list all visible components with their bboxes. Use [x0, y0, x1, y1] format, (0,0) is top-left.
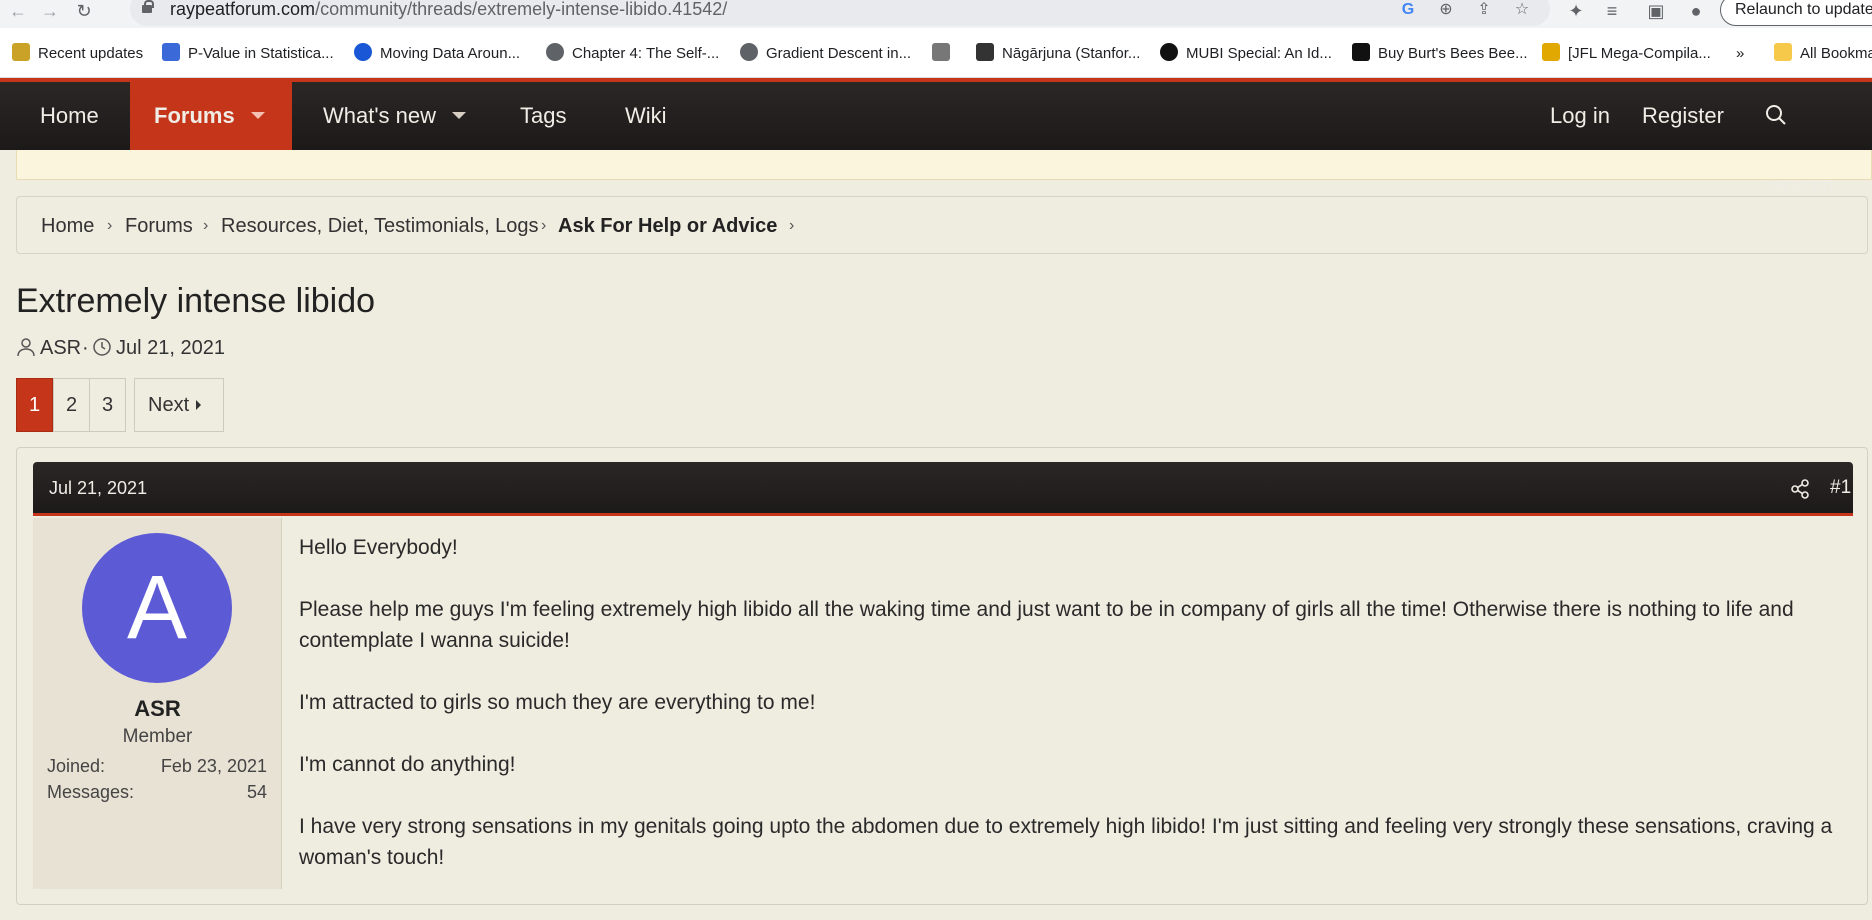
nav-forums[interactable]: Forums — [130, 82, 292, 150]
nav-tags[interactable]: Tags — [496, 82, 590, 150]
bookmark-p-value[interactable]: P-Value in Statistica... — [162, 43, 334, 65]
chevron-right-icon: › — [203, 217, 209, 234]
chart-icon — [162, 43, 180, 61]
share-icon[interactable] — [1789, 478, 1811, 500]
bookmark-lion[interactable] — [932, 43, 958, 65]
page-2-button[interactable]: 2 — [53, 378, 90, 432]
page-1-button[interactable]: 1 — [16, 378, 53, 432]
search-link[interactable]: Search — [1740, 82, 1872, 196]
bookmark-star-icon[interactable]: ☆ — [1512, 0, 1532, 20]
mubi-icon — [1160, 43, 1178, 61]
share-page-icon[interactable]: ⇪ — [1474, 0, 1494, 20]
breadcrumb-category[interactable]: Resources, Diet, Testimonials, Logs — [221, 215, 539, 238]
bookmarks-bar: Recent updates P-Value in Statistica... … — [0, 28, 1872, 78]
forum-navbar: Home Forums What's new Tags Wiki Log in … — [0, 78, 1872, 196]
c-logo-icon — [354, 43, 372, 61]
joined-label: Joined: — [47, 756, 106, 776]
folder-icon — [1774, 43, 1792, 61]
nav-whats-new[interactable]: What's new — [299, 82, 490, 150]
side-panel-icon[interactable]: ▣ — [1644, 0, 1668, 24]
bookmark-mubi[interactable]: MUBI Special: An Id... — [1160, 43, 1332, 65]
lion-icon — [932, 43, 950, 61]
breadcrumb-home[interactable]: Home — [41, 215, 94, 238]
user-icon — [17, 338, 35, 357]
post-header: Jul 21, 2021 #1 — [33, 462, 1853, 516]
thread-start-date[interactable]: Jul 21, 2021 — [92, 337, 225, 360]
zoom-icon[interactable]: ⊕ — [1436, 0, 1456, 20]
thread-author[interactable]: ASR — [16, 337, 81, 360]
post-paragraph: I'm cannot do anything! — [299, 753, 516, 776]
bookmarks-overflow-icon[interactable]: » — [1736, 43, 1744, 65]
globe-icon — [740, 43, 758, 61]
joined-value: Feb 23, 2021 — [160, 756, 267, 776]
avatar[interactable]: A — [82, 533, 232, 683]
post-paragraph: I'm attracted to girls so much they are … — [299, 691, 816, 714]
breadcrumb: Home › Forums › Resources, Diet, Testimo… — [16, 196, 1868, 254]
chevron-down-icon[interactable] — [250, 112, 265, 119]
post-body: Hello Everybody! Please help me guys I'm… — [299, 532, 1859, 904]
bookmark-jfl[interactable]: [JFL Mega-Compila... — [1542, 43, 1711, 65]
stanford-icon — [976, 43, 994, 61]
post-paragraph: Hello Everybody! — [299, 536, 458, 559]
address-bar[interactable]: raypeatforum.com/community/threads/extre… — [130, 0, 1550, 26]
profile-avatar-icon[interactable]: ● — [1684, 0, 1708, 24]
bookmark-all-bookmarks[interactable]: All Bookma — [1774, 43, 1872, 65]
post-date[interactable]: Jul 21, 2021 — [49, 478, 147, 499]
browser-toolbar: ← → ↻ raypeatforum.com/community/threads… — [0, 0, 1872, 28]
chevron-right-icon: › — [789, 217, 795, 234]
post-user-info: A ASR Member Joined: Feb 23, 2021 Messag… — [33, 518, 282, 889]
google-icon[interactable]: G — [1398, 0, 1418, 20]
user-title: Member — [122, 726, 193, 747]
bookmark-burts-bees[interactable]: Buy Burt's Bees Bee... — [1352, 43, 1528, 65]
goodreads-icon — [12, 43, 30, 61]
bookmark-nagarjuna[interactable]: Nāgārjuna (Stanfor... — [976, 43, 1140, 65]
post-paragraph: I have very strong sensations in my geni… — [299, 815, 1833, 869]
post-username[interactable]: ASR — [33, 696, 282, 722]
post-number[interactable]: #1 — [1830, 477, 1851, 499]
globe-icon — [546, 43, 564, 61]
messages-value: 54 — [246, 782, 267, 802]
breadcrumb-forums[interactable]: Forums — [125, 215, 193, 238]
register-link[interactable]: Register — [1618, 82, 1748, 150]
bookmark-moving-data[interactable]: Moving Data Aroun... — [354, 43, 520, 65]
url-text[interactable]: raypeatforum.com/community/threads/extre… — [170, 0, 727, 20]
moon-icon — [1542, 43, 1560, 61]
post-paragraph: Please help me guys I'm feeling extremel… — [299, 598, 1794, 652]
bookmark-recent-updates[interactable]: Recent updates — [12, 43, 143, 65]
forward-icon[interactable]: → — [38, 0, 62, 22]
messages-label: Messages: — [47, 782, 135, 802]
caret-right-icon — [196, 400, 202, 410]
page-title: Extremely intense libido — [16, 282, 376, 320]
post-card: Jul 21, 2021 #1 A ASR Member Joined: Feb… — [16, 447, 1868, 905]
media-queue-icon[interactable]: ≡ — [1600, 0, 1624, 24]
chevron-right-icon: › — [541, 217, 547, 234]
meta-separator: · — [82, 337, 89, 359]
bookmark-chapter-4[interactable]: Chapter 4: The Self-... — [546, 43, 719, 65]
breadcrumb-subforum[interactable]: Ask For Help or Advice — [558, 215, 777, 238]
search-icon[interactable] — [1764, 103, 1788, 127]
bookmark-gradient-descent[interactable]: Gradient Descent in... — [740, 43, 911, 65]
clock-icon — [93, 338, 111, 356]
chevron-down-icon[interactable] — [452, 112, 467, 119]
reload-icon[interactable]: ↻ — [72, 0, 96, 22]
back-icon[interactable]: ← — [6, 0, 30, 22]
chevron-right-icon: › — [107, 217, 113, 234]
notice-banner — [16, 150, 1872, 180]
relaunch-button[interactable]: Relaunch to update — [1720, 0, 1872, 26]
lock-icon[interactable] — [142, 0, 154, 13]
amazon-icon — [1352, 43, 1370, 61]
nav-home[interactable]: Home — [16, 82, 123, 150]
next-page-button[interactable]: Next — [134, 378, 224, 432]
page-3-button[interactable]: 3 — [89, 378, 126, 432]
extensions-icon[interactable]: ✦ — [1564, 0, 1588, 24]
nav-wiki[interactable]: Wiki — [601, 82, 691, 150]
